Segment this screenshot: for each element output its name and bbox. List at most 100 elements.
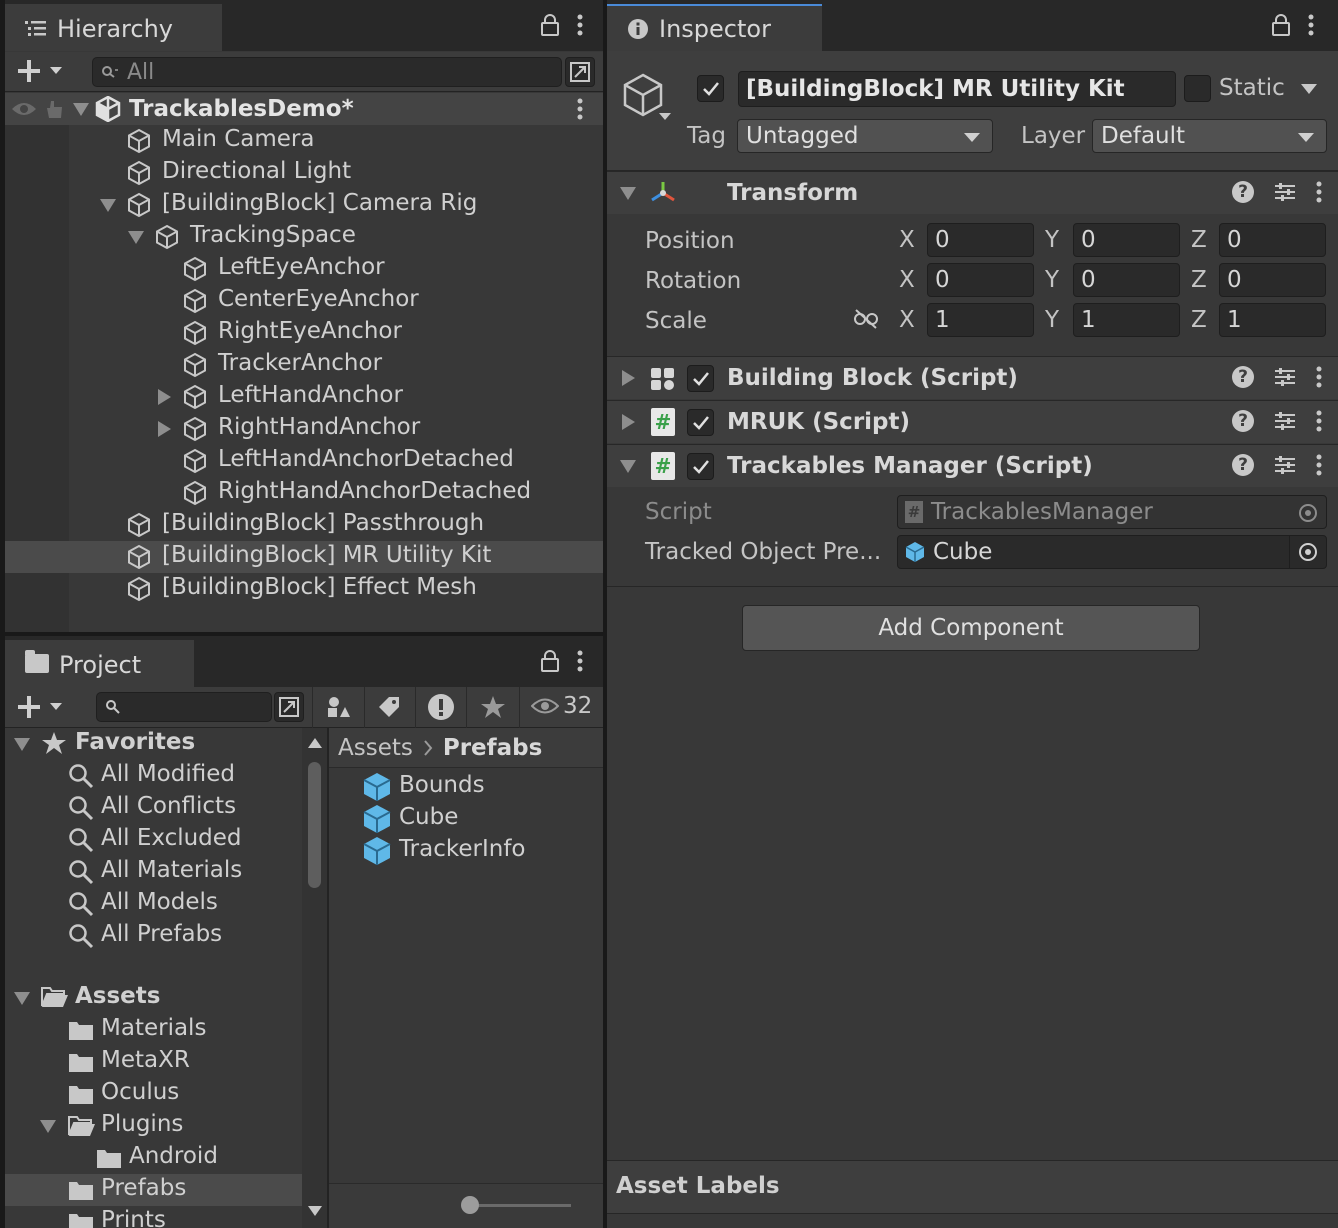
foldout-arrow-icon[interactable] <box>620 187 636 200</box>
hierarchy-item[interactable]: [BuildingBlock] Effect Mesh <box>5 573 603 605</box>
favorite-search-item[interactable]: All Models <box>5 888 302 920</box>
tracked-object-prefab-field[interactable]: Cube <box>897 535 1327 569</box>
favorite-search-item[interactable]: All Modified <box>5 760 302 792</box>
scroll-thumb[interactable] <box>308 762 321 888</box>
hierarchy-item[interactable]: CenterEyeAnchor <box>5 285 603 317</box>
prefab-file-item[interactable]: Cube <box>329 803 603 835</box>
add-component-button[interactable]: Add Component <box>742 605 1200 651</box>
hierarchy-search[interactable]: All <box>92 57 562 87</box>
trackables-manager-header[interactable]: # Trackables Manager (Script) ? <box>607 444 1338 487</box>
asset-folder[interactable]: Materials <box>5 1014 302 1046</box>
hierarchy-item[interactable]: TrackerAnchor <box>5 349 603 381</box>
building-block-header[interactable]: Building Block (Script) ? <box>607 356 1338 399</box>
project-search[interactable] <box>96 692 272 722</box>
zoom-slider-track[interactable] <box>469 1204 571 1207</box>
filter-by-type-icon[interactable] <box>325 695 351 719</box>
presets-icon[interactable] <box>1274 454 1296 476</box>
hierarchy-item[interactable]: [BuildingBlock] MR Utility Kit <box>5 541 603 573</box>
asset-folder[interactable]: Prints <box>5 1206 302 1228</box>
help-icon[interactable]: ? <box>1232 410 1254 432</box>
hierarchy-item[interactable]: RightHandAnchor <box>5 413 603 445</box>
foldout-arrow-icon[interactable] <box>14 992 30 1005</box>
scroll-down-arrow[interactable] <box>308 1206 322 1216</box>
star-filter-icon[interactable] <box>480 695 506 719</box>
position-x-field[interactable]: 0 <box>927 223 1034 257</box>
trackables-enabled-checkbox[interactable] <box>687 453 714 480</box>
hierarchy-item[interactable]: [BuildingBlock] Passthrough <box>5 509 603 541</box>
presets-icon[interactable] <box>1274 181 1296 203</box>
constrain-proportions-icon[interactable] <box>853 308 879 330</box>
expand-arrow-icon[interactable] <box>73 102 89 116</box>
foldout-arrow-icon[interactable] <box>128 231 144 244</box>
tree-scrollbar[interactable] <box>302 728 327 1228</box>
maximize-search-button[interactable] <box>565 57 595 87</box>
hierarchy-item[interactable]: TrackingSpace <box>5 221 603 253</box>
hidden-packages-toggle[interactable]: 32 <box>531 693 592 719</box>
object-picker-icon[interactable] <box>1298 542 1318 562</box>
asset-folder[interactable]: Plugins <box>5 1110 302 1142</box>
icon-dropdown-caret[interactable] <box>659 113 671 120</box>
static-checkbox[interactable] <box>1184 75 1211 102</box>
kebab-menu-icon[interactable] <box>1308 14 1314 36</box>
warning-filter-icon[interactable] <box>427 693 455 721</box>
scale-y-field[interactable]: 1 <box>1073 303 1180 337</box>
create-asset-button[interactable] <box>17 695 63 719</box>
foldout-arrow-icon[interactable] <box>158 421 171 437</box>
hierarchy-item[interactable]: LeftEyeAnchor <box>5 253 603 285</box>
favorites-header[interactable]: Favorites <box>5 728 302 760</box>
prefab-file-item[interactable]: Bounds <box>329 771 603 803</box>
help-icon[interactable]: ? <box>1232 366 1254 388</box>
hierarchy-item[interactable]: Main Camera <box>5 125 603 157</box>
asset-folder[interactable]: Prefabs <box>5 1174 302 1206</box>
tab-hierarchy[interactable]: Hierarchy <box>5 4 222 51</box>
rotation-x-field[interactable]: 0 <box>927 263 1034 297</box>
foldout-arrow-icon[interactable] <box>622 370 635 386</box>
hierarchy-item[interactable]: RightHandAnchorDetached <box>5 477 603 509</box>
building-block-enabled-checkbox[interactable] <box>687 365 714 392</box>
pick-hand-icon[interactable] <box>43 98 65 120</box>
eye-icon[interactable] <box>11 101 37 117</box>
position-y-field[interactable]: 0 <box>1073 223 1180 257</box>
component-menu-icon[interactable] <box>1316 181 1322 203</box>
foldout-arrow-icon[interactable] <box>620 460 636 473</box>
hierarchy-item[interactable]: LeftHandAnchor <box>5 381 603 413</box>
foldout-arrow-icon[interactable] <box>40 1120 56 1133</box>
foldout-arrow-icon[interactable] <box>14 738 30 751</box>
favorite-search-item[interactable]: All Prefabs <box>5 920 302 952</box>
maximize-search-button[interactable] <box>274 692 304 722</box>
prefab-file-item[interactable]: TrackerInfo <box>329 835 603 867</box>
assets-root[interactable]: Assets <box>5 982 302 1014</box>
asset-labels-bar[interactable]: Asset Labels <box>607 1160 1338 1214</box>
lock-icon[interactable] <box>1272 14 1290 36</box>
favorite-search-item[interactable]: All Excluded <box>5 824 302 856</box>
scene-row[interactable]: TrackablesDemo* <box>5 93 603 125</box>
kebab-menu-icon[interactable] <box>577 650 583 672</box>
scale-z-field[interactable]: 1 <box>1219 303 1326 337</box>
foldout-arrow-icon[interactable] <box>100 199 116 212</box>
layer-dropdown[interactable]: Default <box>1092 119 1327 153</box>
help-icon[interactable]: ? <box>1232 181 1254 203</box>
zoom-slider-handle[interactable] <box>461 1196 479 1214</box>
rotation-y-field[interactable]: 0 <box>1073 263 1180 297</box>
transform-header[interactable]: Transform ? <box>607 171 1338 214</box>
component-menu-icon[interactable] <box>1316 366 1322 388</box>
help-icon[interactable]: ? <box>1232 454 1254 476</box>
asset-folder[interactable]: Android <box>5 1142 302 1174</box>
filter-by-label-icon[interactable] <box>377 695 401 719</box>
hierarchy-search-input[interactable]: All <box>127 60 154 85</box>
breadcrumb-current[interactable]: Prefabs <box>443 735 542 761</box>
component-menu-icon[interactable] <box>1316 410 1322 432</box>
favorite-search-item[interactable]: All Materials <box>5 856 302 888</box>
scale-x-field[interactable]: 1 <box>927 303 1034 337</box>
scroll-up-arrow[interactable] <box>308 738 322 748</box>
tab-inspector[interactable]: Inspector <box>607 4 822 51</box>
mruk-header[interactable]: # MRUK (Script) ? <box>607 400 1338 443</box>
tab-project[interactable]: Project <box>5 640 194 687</box>
kebab-menu-icon[interactable] <box>577 14 583 36</box>
object-name-field[interactable]: [BuildingBlock] MR Utility Kit <box>738 71 1176 107</box>
foldout-arrow-icon[interactable] <box>622 414 635 430</box>
tag-dropdown[interactable]: Untagged <box>737 119 993 153</box>
hierarchy-item[interactable]: [BuildingBlock] Camera Rig <box>5 189 603 221</box>
gameobject-icon[interactable] <box>621 73 665 117</box>
static-dropdown-caret[interactable] <box>1301 84 1317 94</box>
